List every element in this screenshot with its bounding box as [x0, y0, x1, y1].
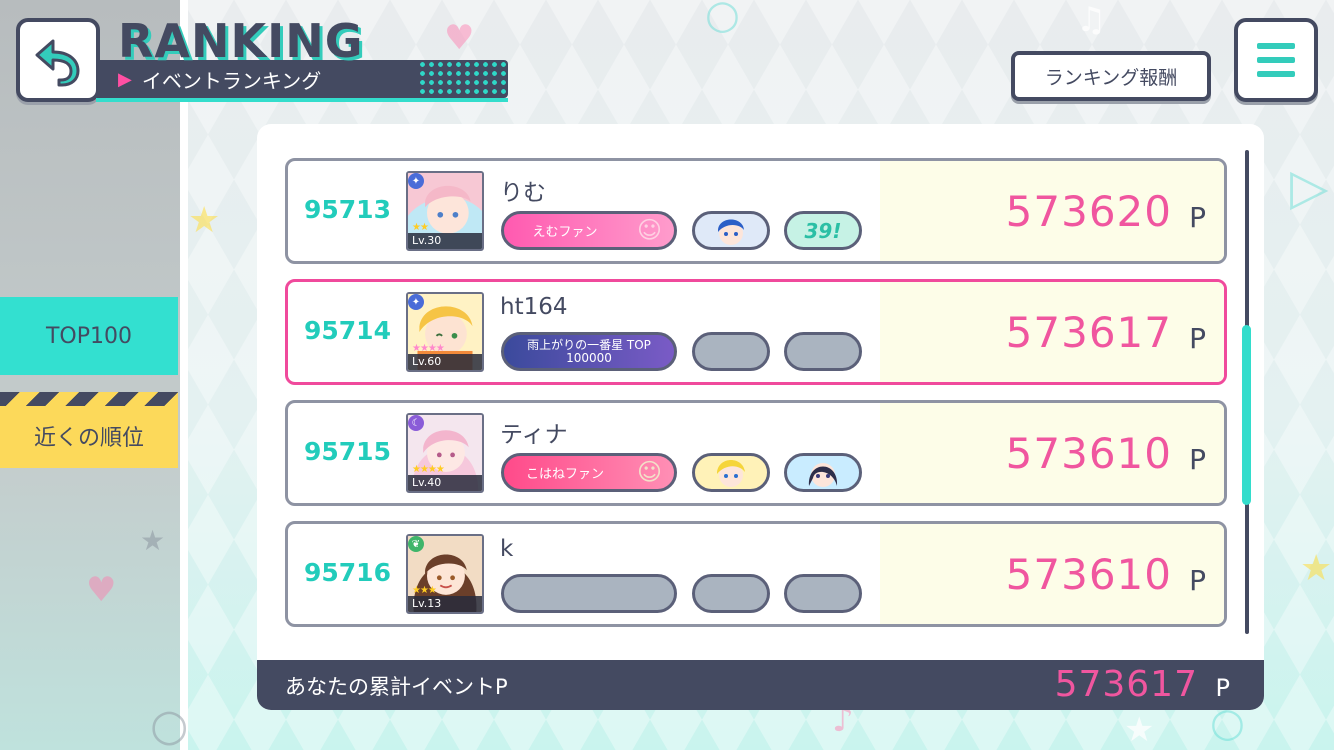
title-badge-text: えむファン	[532, 225, 598, 240]
star-wreath-icon: ★	[1300, 548, 1333, 589]
play-icon: ▷	[1290, 158, 1329, 216]
character-face-icon	[808, 462, 838, 487]
title-badge-text: こはねファン	[525, 467, 604, 482]
attribute-icon: ✦	[408, 173, 424, 189]
player-level: Lv.40	[408, 475, 482, 491]
points-unit: P	[1189, 564, 1206, 597]
back-button[interactable]	[16, 18, 100, 102]
heart-icon: ♥	[86, 570, 117, 610]
ranking-row[interactable]: 95716 ❦ ★★★ Lv.13 k 573610 P	[285, 521, 1227, 627]
player-name: ティナ	[500, 422, 568, 448]
total-points-bar: あなたの累計イベントP 573617 P	[257, 660, 1264, 710]
rank-number: 95713	[304, 195, 391, 224]
player-avatar[interactable]: ❦ ★★★ Lv.13	[406, 534, 484, 614]
menu-button[interactable]	[1234, 18, 1318, 102]
player-name: ht164	[500, 294, 568, 320]
tab-nearby-rank-label: 近くの順位	[33, 426, 144, 451]
tab-nearby-rank[interactable]: 近くの順位	[0, 392, 178, 468]
event-points: 573617	[1005, 308, 1172, 357]
player-avatar[interactable]: ☾ ★★★★ Lv.40	[406, 413, 484, 493]
character-face-icon	[717, 459, 745, 487]
ranking-reward-button[interactable]: ランキング報酬	[1011, 51, 1211, 101]
left-panel-edge	[180, 0, 188, 750]
empty-badge-slot[interactable]	[501, 574, 677, 613]
attribute-icon: ❦	[408, 536, 424, 552]
empty-badge-slot[interactable]	[692, 332, 770, 371]
page-title: RANKING	[118, 14, 364, 68]
player-avatar[interactable]: ✦ ★★ Lv.30	[406, 171, 484, 251]
star-icon: ★	[1124, 710, 1155, 750]
badge-39[interactable]: 39!	[784, 211, 862, 250]
ranking-row[interactable]: 95713 ✦ ★★ Lv.30 りむ えむファン ☺ 39! 573620 P	[285, 158, 1227, 264]
event-points: 573620	[1005, 187, 1172, 236]
ranking-row[interactable]: 95715 ☾ ★★★★ Lv.40 ティナ こはねファン ☺ 573610 P	[285, 400, 1227, 506]
total-points-value: 573617	[1054, 664, 1198, 705]
left-panel	[0, 0, 180, 750]
title-badge[interactable]: えむファン ☺	[501, 211, 677, 250]
event-points: 573610	[1005, 550, 1172, 599]
player-level: Lv.30	[408, 233, 482, 249]
page-subtitle: ▶ イベントランキング	[118, 64, 321, 94]
badge-39-text: 39!	[804, 218, 842, 243]
event-points: 573610	[1005, 429, 1172, 478]
character-badge[interactable]	[784, 453, 862, 492]
player-name: k	[500, 536, 514, 562]
points-unit: P	[1189, 322, 1206, 355]
music-note-icon: ♫	[1076, 0, 1107, 40]
hamburger-icon	[1257, 57, 1295, 63]
ring-icon: ○	[150, 700, 189, 750]
player-name: りむ	[500, 180, 546, 206]
title-badge-text: 雨上がりの一番星 TOP 100000	[527, 337, 651, 365]
character-face-icon: ☺	[636, 458, 662, 486]
ranking-row-self[interactable]: 95714 ✦ ★★★★ Lv.60 ht164 雨上がりの一番星 TOP 10…	[285, 279, 1227, 385]
empty-badge-slot[interactable]	[784, 332, 862, 371]
back-arrow-icon	[35, 39, 80, 87]
total-points-unit: P	[1215, 674, 1230, 702]
rank-number: 95715	[304, 437, 391, 466]
rarity-stars: ★★	[412, 222, 429, 233]
title-underline	[96, 98, 508, 102]
player-avatar[interactable]: ✦ ★★★★ Lv.60	[406, 292, 484, 372]
rank-number: 95714	[304, 316, 391, 345]
rarity-stars: ★★★	[412, 585, 437, 596]
heart-icon: ♥	[444, 18, 475, 58]
points-unit: P	[1189, 201, 1206, 234]
points-unit: P	[1189, 443, 1206, 476]
empty-badge-slot[interactable]	[784, 574, 862, 613]
character-face-icon: ☺	[636, 216, 662, 244]
attribute-icon: ✦	[408, 294, 424, 310]
scrollbar-thumb[interactable]	[1242, 325, 1251, 505]
title-badge[interactable]: 雨上がりの一番星 TOP 100000	[501, 332, 677, 371]
star-wreath-icon: ★	[188, 200, 221, 241]
attribute-icon: ☾	[408, 415, 424, 431]
rarity-stars: ★★★★	[412, 343, 445, 354]
total-points-label: あなたの累計イベントP	[285, 675, 508, 699]
player-level: Lv.13	[408, 596, 482, 612]
rarity-stars: ★★★★	[412, 464, 445, 475]
character-badge[interactable]	[692, 453, 770, 492]
hamburger-icon	[1257, 43, 1295, 49]
tab-top100[interactable]: TOP100	[0, 297, 178, 375]
character-badge[interactable]	[692, 211, 770, 250]
title-badge[interactable]: こはねファン ☺	[501, 453, 677, 492]
ring-icon: ○	[705, 0, 740, 38]
hamburger-icon	[1257, 71, 1295, 77]
character-face-icon	[718, 219, 744, 245]
triangle-icon: ▶	[118, 68, 132, 90]
empty-badge-slot[interactable]	[692, 574, 770, 613]
page-subtitle-text: イベントランキング	[141, 68, 322, 93]
rank-number: 95716	[304, 558, 391, 587]
player-level: Lv.60	[408, 354, 482, 370]
star-icon: ★	[140, 524, 166, 557]
